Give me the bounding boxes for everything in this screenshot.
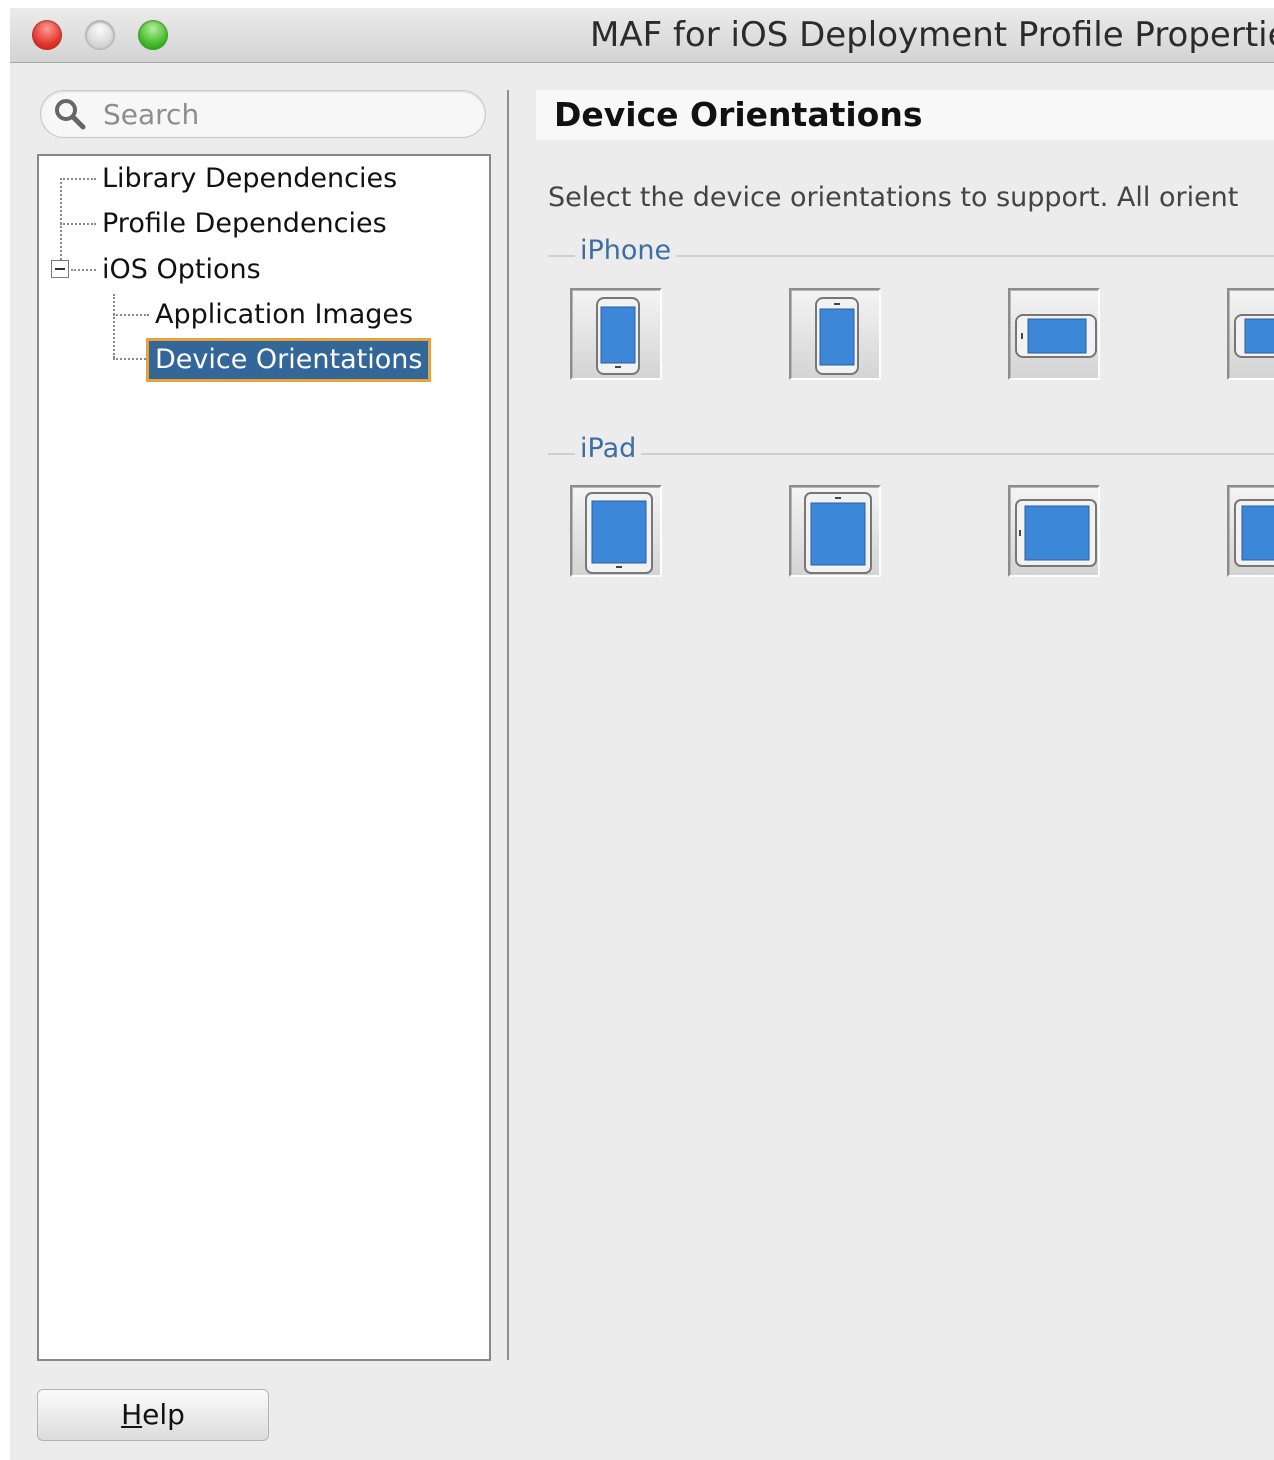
close-window-button[interactable] (32, 20, 62, 50)
tree-item-profile-dependencies[interactable]: Profile Dependencies (96, 205, 393, 243)
tree-connector (60, 178, 96, 180)
navigation-tree[interactable]: Library Dependencies Profile Dependencie… (37, 154, 491, 1361)
properties-window: MAF for iOS Deployment Profile Propertie… (10, 8, 1274, 1460)
help-button[interactable]: Help (37, 1389, 269, 1441)
search-input[interactable] (101, 95, 475, 133)
iphone-landscape-left-toggle[interactable] (1008, 288, 1100, 380)
ipad-landscape-left-icon (1015, 499, 1097, 567)
collapse-toggle-icon[interactable] (51, 260, 69, 278)
tree-connector (71, 269, 96, 271)
iphone-landscape-left-icon (1015, 314, 1097, 358)
ipad-landscape-right-toggle[interactable] (1227, 485, 1274, 577)
help-mnemonic: H (121, 1398, 143, 1431)
section-title: Device Orientations (554, 95, 923, 134)
ipad-landscape-left-toggle[interactable] (1008, 485, 1100, 577)
panel-splitter[interactable] (507, 90, 509, 1360)
iphone-upside-down-toggle[interactable] (789, 288, 881, 380)
help-label: elp (142, 1398, 185, 1431)
tree-item-library-dependencies[interactable]: Library Dependencies (96, 160, 403, 198)
ipad-upside-down-toggle[interactable] (789, 485, 881, 577)
ipad-landscape-right-icon (1234, 499, 1274, 567)
tree-connector (60, 178, 62, 260)
minimize-window-button[interactable] (85, 20, 115, 50)
tree-connector (113, 358, 149, 360)
tree-item-ios-options[interactable]: iOS Options (96, 251, 267, 289)
section-header: Device Orientations (536, 90, 1274, 140)
window-title: MAF for iOS Deployment Profile Propertie (590, 15, 1274, 55)
tree-connector (113, 294, 115, 358)
title-bar[interactable]: MAF for iOS Deployment Profile Propertie (10, 8, 1274, 63)
description-text: Select the device orientations to suppor… (548, 182, 1239, 213)
iphone-portrait-toggle[interactable] (570, 288, 662, 380)
tree-item-application-images[interactable]: Application Images (149, 296, 419, 334)
ipad-portrait-icon (585, 492, 653, 574)
iphone-landscape-right-icon (1234, 314, 1274, 358)
tree-item-device-orientations[interactable]: Device Orientations (145, 338, 432, 382)
tree-connector (113, 314, 149, 316)
iphone-landscape-right-toggle[interactable] (1227, 288, 1274, 380)
iphone-portrait-icon (596, 297, 640, 375)
ipad-group-label: iPad (575, 433, 642, 464)
zoom-window-button[interactable] (138, 20, 168, 50)
search-icon (55, 99, 86, 130)
iphone-portrait-upside-down-icon (815, 297, 859, 375)
tree-connector (60, 223, 96, 225)
iphone-group-label: iPhone (575, 235, 677, 266)
ipad-portrait-toggle[interactable] (570, 485, 662, 577)
ipad-portrait-upside-down-icon (804, 492, 872, 574)
ipad-group-separator (548, 453, 1274, 455)
search-field[interactable] (40, 90, 486, 138)
